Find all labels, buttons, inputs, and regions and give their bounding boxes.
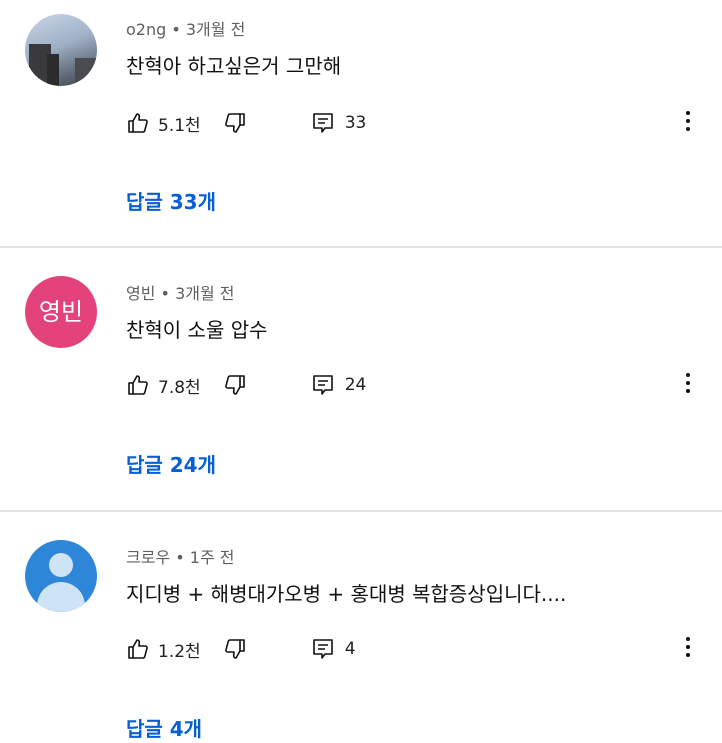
comment-item: o2ng • 3개월 전 찬혁아 하고싶은거 그만해 5.1천 33 답글 33…: [0, 0, 722, 247]
like-button[interactable]: 1.2천: [126, 637, 201, 662]
avatar[interactable]: 영빈: [25, 276, 97, 348]
comment-text: 지디병 + 해병대가오병 + 홍대병 복합증상입니다....: [126, 582, 567, 606]
meta-separator: •: [166, 20, 186, 39]
more-vert-icon: [686, 111, 690, 115]
comment-meta: 영빈 • 3개월 전: [126, 280, 235, 304]
author-name[interactable]: 영빈: [126, 284, 155, 303]
view-replies-link[interactable]: 답글 33개: [126, 186, 216, 215]
reply-icon: [311, 637, 335, 661]
comment-time: 3개월 전: [175, 284, 235, 303]
thumb-down-icon: [223, 637, 247, 661]
meta-separator: •: [155, 284, 176, 303]
default-avatar-icon: [49, 553, 73, 577]
comment-meta: 크로우 • 1주 전: [126, 544, 235, 568]
like-count: 5.1천: [158, 115, 201, 136]
thumb-down-icon: [223, 373, 247, 397]
view-replies-link[interactable]: 답글 4개: [126, 713, 202, 742]
reply-count: 33: [344, 113, 367, 133]
dislike-button[interactable]: [223, 373, 247, 397]
comment-item: 크로우 • 1주 전 지디병 + 해병대가오병 + 홍대병 복합증상입니다...…: [0, 512, 722, 743]
more-options-button[interactable]: [678, 632, 698, 662]
like-count: 1.2천: [158, 641, 201, 662]
more-options-button[interactable]: [678, 106, 698, 136]
comment-meta: o2ng • 3개월 전: [126, 16, 245, 40]
avatar[interactable]: [25, 540, 97, 612]
like-button[interactable]: 5.1천: [126, 111, 201, 136]
comment-text: 찬혁이 소울 압수: [126, 318, 268, 342]
reply-button[interactable]: 4: [311, 637, 356, 661]
reply-button[interactable]: 24: [311, 373, 367, 397]
author-name[interactable]: 크로우: [126, 548, 170, 567]
dislike-button[interactable]: [223, 637, 247, 661]
comment-text: 찬혁아 하고싶은거 그만해: [126, 54, 342, 78]
reply-count: 24: [344, 375, 367, 395]
reply-button[interactable]: 33: [311, 111, 367, 135]
avatar[interactable]: [25, 14, 97, 86]
author-name[interactable]: o2ng: [126, 20, 166, 39]
comment-item: 영빈 영빈 • 3개월 전 찬혁이 소울 압수 7.8천 24 답글 24개: [0, 248, 722, 511]
reply-icon: [311, 111, 335, 135]
more-vert-icon: [686, 373, 690, 377]
comment-actions: 7.8천 24: [126, 370, 366, 400]
thumb-up-icon: [126, 373, 150, 397]
comment-time: 1주 전: [189, 548, 235, 567]
view-replies-link[interactable]: 답글 24개: [126, 449, 216, 478]
dislike-button[interactable]: [223, 111, 247, 135]
reply-icon: [311, 373, 335, 397]
comment-actions: 5.1천 33: [126, 108, 366, 138]
reply-count: 4: [344, 639, 356, 659]
more-vert-icon: [686, 637, 690, 641]
meta-separator: •: [170, 548, 190, 567]
like-button[interactable]: 7.8천: [126, 373, 201, 398]
more-options-button[interactable]: [678, 368, 698, 398]
comment-actions: 1.2천 4: [126, 634, 356, 664]
like-count: 7.8천: [158, 377, 201, 398]
comment-time: 3개월 전: [185, 20, 246, 39]
thumb-down-icon: [223, 111, 247, 135]
thumb-up-icon: [126, 637, 150, 661]
thumb-up-icon: [126, 111, 150, 135]
